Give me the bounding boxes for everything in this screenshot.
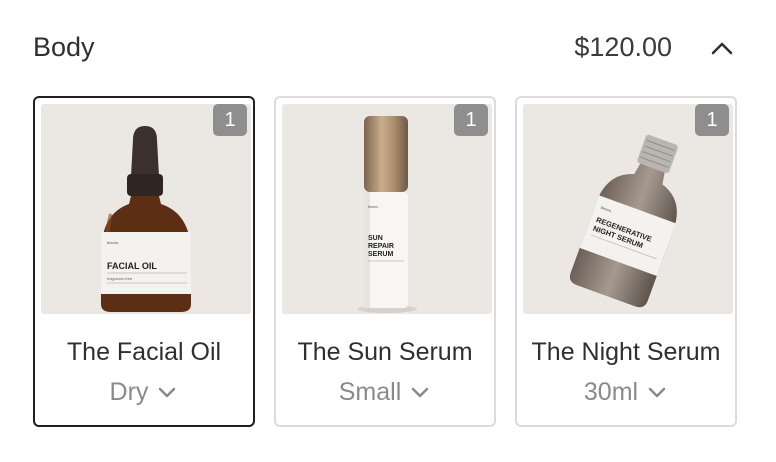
quantity-badge: 1: [695, 104, 729, 136]
chevron-down-icon: [156, 385, 178, 401]
quantity-badge: 1: [213, 104, 247, 136]
variant-select[interactable]: Small: [276, 378, 494, 407]
svg-text:SUN: SUN: [368, 235, 383, 242]
svg-text:bloom.: bloom.: [368, 205, 379, 209]
quantity-badge: 1: [454, 104, 488, 136]
svg-text:FACIAL OIL: FACIAL OIL: [107, 261, 157, 271]
product-card-facial-oil[interactable]: bloom. FACIAL OIL fragrance-free 1 The F…: [33, 96, 255, 427]
svg-text:bloom.: bloom.: [107, 240, 119, 245]
chevron-up-icon: [711, 42, 733, 55]
section-subtotal: $120.00: [574, 32, 672, 62]
variant-select[interactable]: Dry: [35, 378, 253, 407]
svg-text:SERUM: SERUM: [368, 251, 393, 258]
product-name: The Facial Oil: [66, 338, 222, 366]
product-card-sun-serum[interactable]: bloom. SUN REPAIR SERUM 1 The Sun Serum …: [274, 96, 496, 427]
section-header: Body $120.00: [33, 30, 738, 70]
chevron-down-icon: [409, 385, 431, 401]
svg-text:fragrance-free: fragrance-free: [107, 276, 133, 281]
product-card-list: bloom. FACIAL OIL fragrance-free 1 The F…: [33, 96, 741, 430]
chevron-down-icon: [646, 385, 668, 401]
product-name: The Sun Serum: [297, 338, 473, 366]
variant-value: Small: [338, 378, 402, 406]
product-name: The Night Serum: [531, 338, 721, 366]
variant-value: 30ml: [583, 378, 639, 406]
collapse-toggle-button[interactable]: [706, 32, 738, 64]
variant-value: Dry: [109, 378, 149, 406]
product-card-night-serum[interactable]: bloom. REGENERATIVE NIGHT SERUM 1 The Ni…: [515, 96, 737, 427]
section-title: Body: [33, 32, 95, 62]
variant-select[interactable]: 30ml: [517, 378, 735, 407]
svg-text:REPAIR: REPAIR: [368, 243, 394, 250]
